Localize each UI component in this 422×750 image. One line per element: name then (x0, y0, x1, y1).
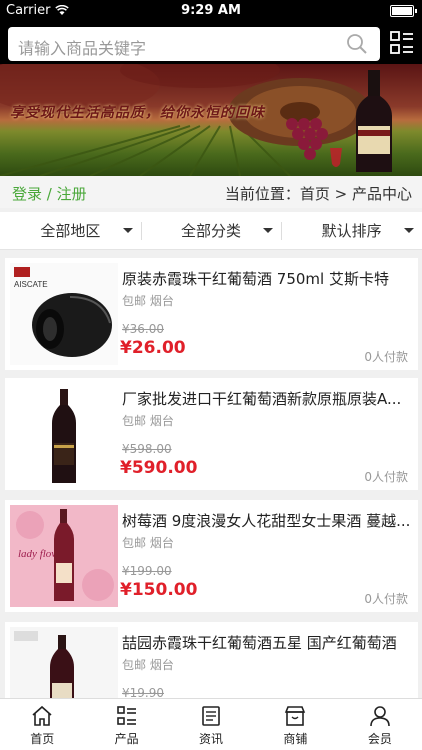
product-list[interactable]: AISCATE 原装赤霞珠干红葡萄酒 750ml 艾斯卡特 包邮 烟台 ¥36.… (0, 256, 422, 698)
original-price: ¥36.00 (122, 322, 164, 336)
sale-price: ¥590.00 (120, 458, 198, 478)
status-bar: Carrier 9:29 AM (0, 0, 422, 22)
caret-down-icon (404, 228, 415, 233)
product-card[interactable]: 喆园赤霞珠干红葡萄酒五星 国产红葡萄酒 包邮 烟台 ¥19.90 (5, 622, 418, 698)
product-title[interactable]: 原装赤霞珠干红葡萄酒 750ml 艾斯卡特 (122, 268, 412, 289)
tab-shop-label: 商铺 (283, 732, 308, 746)
grapes-illustration (286, 118, 342, 167)
product-card[interactable]: AISCATE 原装赤霞珠干红葡萄酒 750ml 艾斯卡特 包邮 烟台 ¥36.… (5, 258, 418, 370)
product-card[interactable]: 厂家批发进口干红葡萄酒新款原瓶原装A... 包邮 烟台 ¥598.00 ¥590… (5, 378, 418, 490)
filter-category-label: 全部分类 (181, 222, 242, 240)
product-location: 包邮 烟台 (122, 414, 174, 428)
sale-price: ¥150.00 (120, 580, 198, 600)
original-price: ¥19.90 (122, 686, 164, 698)
product-title[interactable]: 喆园赤霞珠干红葡萄酒五星 国产红葡萄酒 (122, 632, 412, 653)
brand-logo-text: AISCATE (14, 280, 48, 289)
tab-news-label: 资讯 (199, 732, 224, 746)
search-header: 请输入商品关键字 (0, 22, 422, 64)
wine-bottle-illustration (356, 70, 392, 172)
search-input[interactable]: 请输入商品关键字 (8, 27, 380, 61)
product-image[interactable] (10, 383, 118, 485)
clock: 9:29 AM (181, 3, 241, 18)
caret-down-icon (263, 228, 274, 233)
fruit-wine-image: lady flower (10, 505, 118, 607)
tab-home-label: 首页 (30, 732, 55, 746)
wine-bottle-image (10, 383, 118, 485)
product-image[interactable]: AISCATE (10, 263, 118, 365)
original-price: ¥598.00 (122, 442, 172, 456)
wine-bottle-image: AISCATE (10, 263, 118, 365)
product-location: 包邮 烟台 (122, 536, 174, 550)
category-menu-icon[interactable] (390, 31, 414, 55)
search-placeholder: 请输入商品关键字 (18, 39, 147, 58)
header-bar: 登录 / 注册 当前位置：首页 > 产品中心 (0, 176, 422, 208)
original-price: ¥199.00 (122, 564, 172, 578)
news-icon (202, 706, 220, 726)
filter-region-label: 全部地区 (40, 222, 101, 240)
product-image[interactable]: lady flower (10, 505, 118, 607)
grid-list-icon (116, 706, 136, 725)
breadcrumb[interactable]: 当前位置：首页 > 产品中心 (225, 183, 412, 204)
filter-category[interactable]: 全部分类 (140, 212, 282, 249)
wine-bottle-image (10, 627, 118, 698)
filter-sort[interactable]: 默认排序 (281, 212, 422, 249)
tab-products-label: 产品 (114, 732, 139, 746)
bottom-tab-bar: 首页 产品 资讯 商铺 会员 (0, 698, 422, 750)
filter-sort-label: 默认排序 (321, 222, 382, 240)
user-icon (370, 706, 390, 727)
banner-slogan: 享受现代生活高品质，给你永恒的回味 (10, 105, 265, 121)
filter-bar: 全部地区 全部分类 默认排序 (0, 212, 422, 250)
promo-banner[interactable]: 享受现代生活高品质，给你永恒的回味 (0, 64, 422, 176)
login-register-link[interactable]: 登录 / 注册 (12, 183, 87, 204)
sold-count: 0人付款 (364, 470, 408, 484)
product-title[interactable]: 厂家批发进口干红葡萄酒新款原瓶原装A... (122, 388, 412, 409)
product-location: 包邮 烟台 (122, 658, 174, 672)
filter-region[interactable]: 全部地区 (0, 212, 141, 249)
sale-price: ¥26.00 (120, 338, 186, 358)
tab-shop[interactable]: 商铺 (253, 699, 337, 750)
product-image[interactable] (10, 627, 118, 698)
tab-home[interactable]: 首页 (0, 699, 84, 750)
battery-icon (390, 5, 417, 17)
shop-icon (285, 706, 306, 726)
product-card[interactable]: lady flower 树莓酒 9度浪漫女人花甜型女士果酒 蔓越... 包邮 烟… (5, 500, 418, 612)
tab-member[interactable]: 会员 (338, 699, 422, 750)
tab-products[interactable]: 产品 (84, 699, 168, 750)
search-icon[interactable] (346, 33, 368, 55)
product-title[interactable]: 树莓酒 9度浪漫女人花甜型女士果酒 蔓越... (122, 510, 412, 531)
tab-news[interactable]: 资讯 (169, 699, 253, 750)
sold-count: 0人付款 (364, 592, 408, 606)
sold-count: 0人付款 (364, 350, 408, 364)
caret-down-icon (122, 228, 133, 233)
product-location: 包邮 烟台 (122, 294, 174, 308)
tab-member-label: 会员 (367, 732, 392, 746)
home-icon (32, 705, 52, 726)
